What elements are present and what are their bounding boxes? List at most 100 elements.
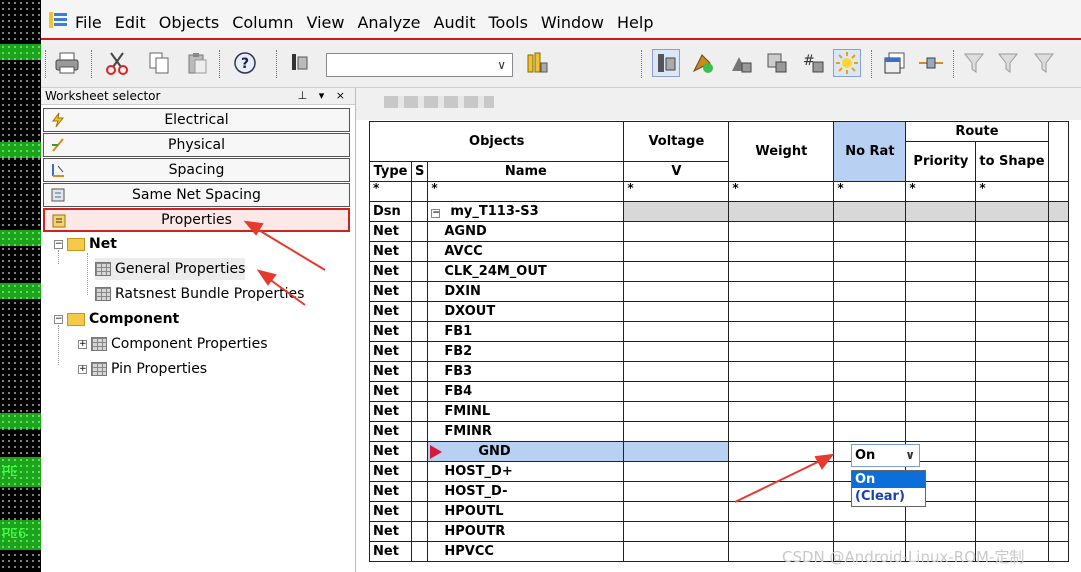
s-cell[interactable] (410, 401, 429, 422)
type-cell[interactable]: Net (369, 261, 412, 282)
connect-icon[interactable] (917, 49, 945, 77)
s-cell[interactable] (410, 441, 429, 462)
table-row[interactable]: Net AVCC (369, 241, 1069, 262)
net-name-cell[interactable]: FMINR (427, 421, 625, 442)
voltage-cell[interactable] (623, 461, 730, 482)
weight-cell[interactable] (728, 221, 835, 242)
highlight-icon[interactable] (833, 49, 861, 77)
header-voltage[interactable]: Voltage (623, 121, 730, 162)
voltage-cell[interactable] (623, 361, 730, 382)
header-objects[interactable]: Objects (368, 121, 625, 162)
table-row[interactable]: Dsn − my_T113-S3 (369, 201, 1069, 222)
type-cell[interactable]: Net (369, 381, 412, 402)
next-cell[interactable] (1047, 281, 1069, 302)
next-cell[interactable] (1047, 221, 1069, 242)
worksheet-spacing-button[interactable]: Spacing (43, 158, 350, 182)
collapse-icon[interactable]: − (54, 239, 63, 249)
weight-cell[interactable] (728, 261, 835, 282)
to-shape-cell[interactable] (975, 501, 1049, 522)
net-name-cell[interactable]: AGND (427, 221, 625, 242)
s-cell[interactable] (410, 341, 429, 362)
cset-icon[interactable] (689, 49, 717, 77)
table-row[interactable]: Net FB2 (369, 341, 1069, 362)
to-shape-cell[interactable] (975, 381, 1049, 402)
s-cell[interactable] (410, 321, 429, 342)
priority-cell[interactable] (905, 261, 977, 282)
weight-cell[interactable] (728, 241, 835, 262)
filter-cell[interactable]: * (369, 181, 412, 202)
worksheet-properties-button[interactable]: Properties (43, 208, 350, 232)
menu-help[interactable]: Help (617, 13, 653, 32)
norat-cell[interactable] (833, 381, 907, 402)
to-shape-cell[interactable] (975, 521, 1049, 542)
to-shape-cell[interactable] (975, 201, 1049, 222)
table-row[interactable]: Net FMINL (369, 401, 1069, 422)
net-name-cell[interactable]: HPOUTR (427, 521, 625, 542)
to-shape-cell[interactable] (975, 321, 1049, 342)
table-row[interactable]: Net FB4 (369, 381, 1069, 402)
filter-cell[interactable]: * (833, 181, 907, 202)
priority-cell[interactable] (905, 341, 977, 362)
norat-cell[interactable] (833, 521, 907, 542)
table-row[interactable]: Net HPOUTL (369, 501, 1069, 522)
norat-cell[interactable] (833, 421, 907, 442)
header-v-unit[interactable]: V (623, 161, 730, 182)
to-shape-cell[interactable] (975, 361, 1049, 382)
grid-view-icon[interactable] (763, 49, 791, 77)
menu-audit[interactable]: Audit (434, 13, 476, 32)
net-name-cell[interactable]: HOST_D+ (427, 461, 625, 482)
voltage-cell[interactable] (623, 341, 730, 362)
to-shape-cell[interactable] (975, 221, 1049, 242)
priority-cell[interactable] (905, 241, 977, 262)
table-row[interactable]: Net DXIN (369, 281, 1069, 302)
worksheet-electrical-button[interactable]: Electrical (43, 108, 350, 132)
next-cell[interactable] (1047, 501, 1069, 522)
s-cell[interactable] (410, 221, 429, 242)
norat-cell[interactable] (833, 221, 907, 242)
weight-cell[interactable] (728, 481, 835, 502)
column-settings-icon[interactable] (523, 49, 551, 77)
net-class-icon[interactable]: # (799, 49, 827, 77)
s-cell[interactable] (410, 281, 429, 302)
to-shape-cell[interactable] (975, 281, 1049, 302)
priority-cell[interactable] (905, 381, 977, 402)
voltage-cell[interactable] (623, 421, 730, 442)
paste-icon[interactable] (183, 49, 211, 77)
norat-cell[interactable] (833, 321, 907, 342)
norat-cell[interactable] (833, 241, 907, 262)
norat-cell[interactable] (833, 261, 907, 282)
to-shape-cell[interactable] (975, 401, 1049, 422)
type-cell[interactable]: Dsn (369, 201, 412, 222)
weight-cell[interactable] (728, 301, 835, 322)
type-cell[interactable]: Net (369, 481, 412, 502)
weight-cell[interactable] (728, 281, 835, 302)
s-cell[interactable] (410, 521, 429, 542)
table-row[interactable]: Net FMINR (369, 421, 1069, 442)
priority-cell[interactable] (905, 401, 977, 422)
weight-cell[interactable] (728, 381, 835, 402)
s-cell[interactable] (410, 461, 429, 482)
collapse-icon[interactable]: − (54, 314, 63, 324)
net-name-cell[interactable]: FB3 (427, 361, 625, 382)
type-cell[interactable]: Net (369, 501, 412, 522)
voltage-cell[interactable] (623, 481, 730, 502)
copy-icon[interactable] (145, 49, 173, 77)
weight-cell[interactable] (728, 401, 835, 422)
weight-cell[interactable] (728, 521, 835, 542)
table-row[interactable]: Net HOST_D- (369, 481, 1069, 502)
voltage-cell[interactable] (623, 281, 730, 302)
menu-edit[interactable]: Edit (115, 13, 146, 32)
type-cell[interactable]: Net (369, 221, 412, 242)
s-cell[interactable] (410, 541, 429, 562)
norat-cell[interactable] (833, 201, 907, 222)
design-name-cell[interactable]: − my_T113-S3 (427, 201, 625, 222)
tree-node-component[interactable]: − Component (54, 308, 179, 330)
weight-cell[interactable] (728, 501, 835, 522)
table-row[interactable]: * * * * * * * (369, 181, 1069, 202)
next-cell[interactable] (1047, 261, 1069, 282)
next-cell[interactable] (1047, 321, 1069, 342)
voltage-cell[interactable] (623, 441, 730, 462)
help-icon[interactable]: ? (231, 49, 259, 77)
next-cell[interactable] (1047, 361, 1069, 382)
s-cell[interactable] (410, 421, 429, 442)
